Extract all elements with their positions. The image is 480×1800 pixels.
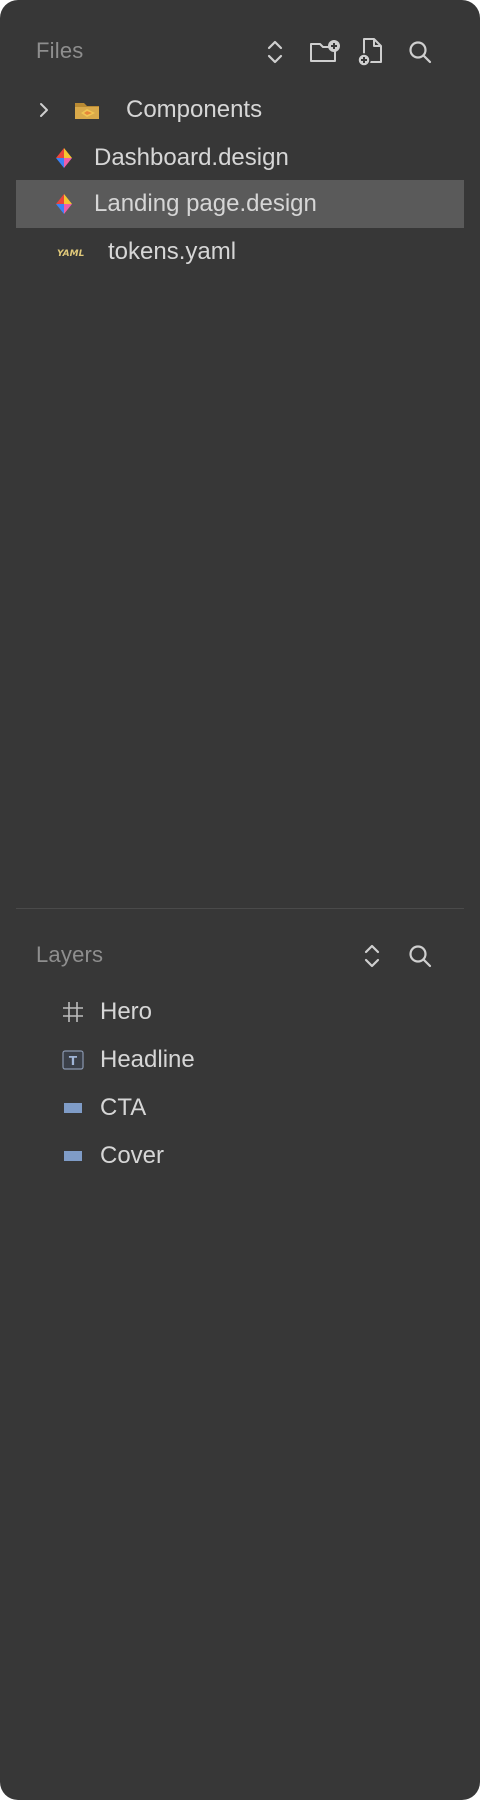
- folder-icon: [72, 86, 104, 134]
- layers-search-button[interactable]: [403, 939, 437, 973]
- file-item-tokens[interactable]: YAML tokens.yaml: [16, 228, 464, 276]
- yaml-file-icon: YAML: [56, 228, 86, 276]
- rectangle-layer-icon: [60, 1132, 86, 1180]
- yaml-badge-text: YAML: [57, 249, 85, 259]
- design-file-icon: [52, 180, 76, 228]
- file-item-dashboard[interactable]: Dashboard.design: [16, 134, 464, 182]
- file-item-label: Landing page.design: [94, 190, 317, 217]
- sidebar-panel: Files Components Dashboard.design Landin…: [0, 0, 480, 1800]
- file-item-components[interactable]: Components: [16, 86, 464, 134]
- frame-hash-icon: [60, 988, 86, 1036]
- layer-item-label: Hero: [100, 998, 153, 1025]
- chevron-right-icon[interactable]: [36, 86, 52, 134]
- files-section-title: Files: [36, 38, 84, 63]
- files-expand-collapse-button[interactable]: [258, 35, 292, 69]
- layers-expand-collapse-button[interactable]: [355, 939, 389, 973]
- layers-section-title: Layers: [36, 942, 104, 967]
- file-item-label: Components: [126, 96, 263, 123]
- document-plus-icon: [357, 37, 385, 67]
- magnifier-icon: [407, 943, 433, 969]
- layer-item-hero[interactable]: Hero: [16, 988, 464, 1036]
- file-item-landing-page[interactable]: Landing page.design: [16, 180, 464, 228]
- layer-item-label: CTA: [100, 1094, 147, 1121]
- chevron-up-down-icon: [265, 38, 285, 66]
- layer-item-headline[interactable]: T Headline: [16, 1036, 464, 1084]
- rectangle-layer-icon: [60, 1084, 86, 1132]
- file-item-label: Dashboard.design: [94, 144, 289, 171]
- new-file-button[interactable]: [354, 35, 388, 69]
- file-item-label: tokens.yaml: [108, 238, 237, 265]
- layer-item-cover[interactable]: Cover: [16, 1132, 464, 1180]
- layer-item-label: Cover: [100, 1142, 165, 1169]
- section-divider[interactable]: [16, 908, 464, 909]
- files-search-button[interactable]: [403, 35, 437, 69]
- text-layer-icon: T: [60, 1036, 86, 1084]
- text-layer-glyph: T: [69, 1054, 78, 1068]
- folder-plus-icon: [309, 39, 341, 65]
- layer-item-label: Headline: [100, 1046, 195, 1073]
- chevron-up-down-icon: [362, 942, 382, 970]
- new-folder-button[interactable]: [308, 35, 342, 69]
- design-file-icon: [52, 134, 76, 182]
- magnifier-icon: [407, 39, 433, 65]
- layer-item-cta[interactable]: CTA: [16, 1084, 464, 1132]
